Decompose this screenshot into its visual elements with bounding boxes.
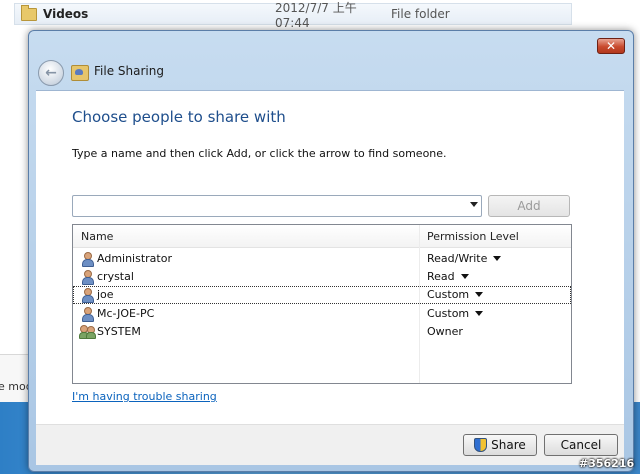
shield-icon	[474, 438, 488, 452]
background-folder-row[interactable]: Videos 2012/7/7 上午 07:44 File folder	[14, 1, 572, 30]
permission-dropdown[interactable]: Read/Write	[427, 252, 502, 265]
folder-name: Videos	[43, 7, 89, 21]
share-button[interactable]: Share	[463, 434, 537, 456]
list-row-system[interactable]: SYSTEM Owner	[73, 323, 571, 341]
user-icon	[81, 307, 94, 322]
list-row-mc-joe-pc[interactable]: Mc-JOE-PC Custom	[73, 305, 571, 323]
column-separator	[419, 225, 420, 383]
back-button[interactable]: ←	[38, 60, 64, 86]
back-arrow-icon: ←	[45, 65, 57, 81]
user-name: Administrator	[97, 252, 172, 265]
folder-icon	[21, 4, 37, 21]
share-user-list[interactable]: Name Permission Level Administrator Read…	[72, 224, 572, 384]
column-header-name[interactable]: Name	[81, 230, 113, 243]
window-title: File Sharing	[94, 64, 164, 78]
list-row-crystal[interactable]: crystal Read	[73, 268, 571, 286]
background-panel	[0, 354, 28, 404]
permission-label: Owner	[427, 325, 463, 338]
dropdown-arrow-icon[interactable]	[470, 202, 478, 207]
watermark: #356216	[579, 457, 635, 470]
user-name: crystal	[97, 270, 134, 283]
file-sharing-icon	[71, 65, 89, 81]
list-header: Name Permission Level	[73, 225, 571, 248]
close-button[interactable]: ✕	[597, 38, 625, 54]
share-label: Share	[491, 438, 526, 452]
chevron-down-icon	[475, 311, 484, 316]
user-icon	[81, 288, 94, 303]
user-name: joe	[97, 288, 114, 301]
user-icon	[81, 252, 94, 267]
chevron-down-icon	[475, 292, 484, 297]
group-icon	[79, 325, 96, 339]
permission-dropdown[interactable]: Read	[427, 270, 469, 283]
user-combo-box[interactable]	[72, 195, 482, 217]
user-name-input[interactable]	[75, 197, 459, 213]
list-row-administrator[interactable]: Administrator Read/Write	[73, 250, 571, 268]
chevron-down-icon	[460, 274, 469, 279]
page-heading: Choose people to share with	[72, 108, 286, 126]
folder-type: File folder	[391, 7, 450, 21]
permission-dropdown[interactable]: Custom	[427, 288, 484, 301]
user-name: SYSTEM	[97, 325, 141, 338]
trouble-sharing-link[interactable]: I'm having trouble sharing	[72, 390, 217, 403]
chevron-down-icon	[493, 256, 502, 261]
user-icon	[81, 270, 94, 285]
cancel-button[interactable]: Cancel	[544, 434, 618, 456]
column-header-permission[interactable]: Permission Level	[427, 230, 519, 243]
folder-date: 2012/7/7 上午 07:44	[275, 0, 357, 30]
user-name: Mc-JOE-PC	[97, 307, 155, 320]
permission-dropdown[interactable]: Custom	[427, 307, 484, 320]
close-icon: ✕	[605, 39, 617, 53]
instruction-text: Type a name and then click Add, or click…	[72, 147, 447, 160]
list-row-joe[interactable]: joe Custom	[73, 286, 571, 304]
add-button[interactable]: Add	[488, 195, 570, 217]
